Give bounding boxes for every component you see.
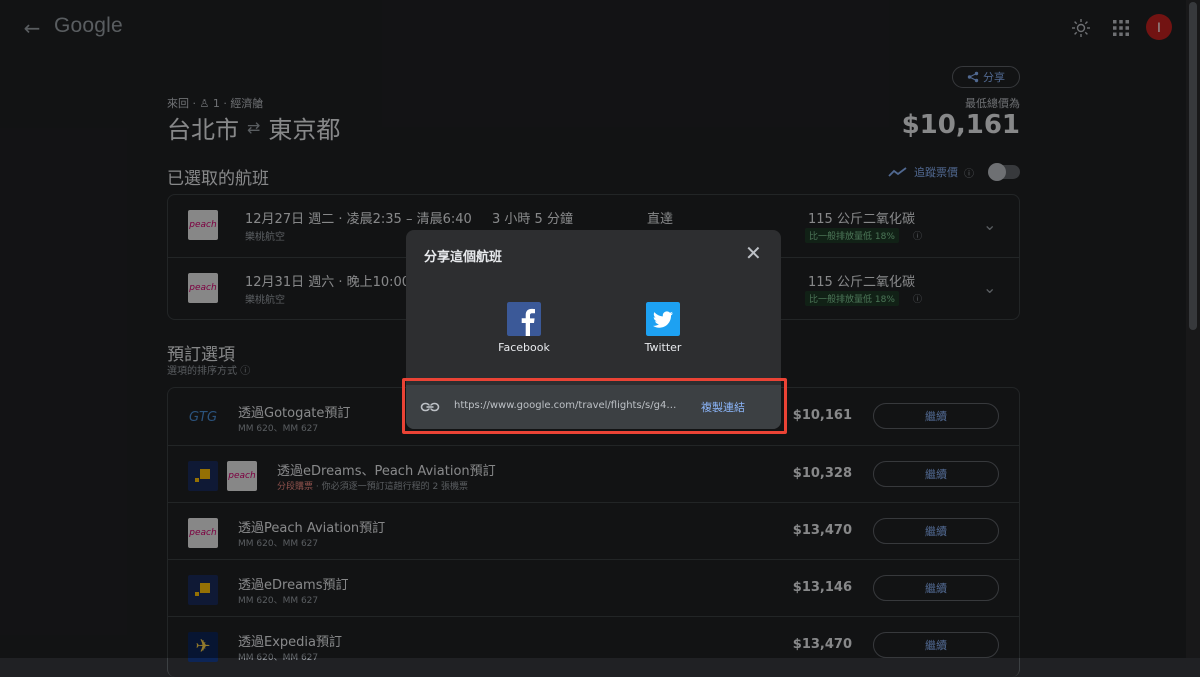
facebook-label: Facebook xyxy=(498,341,550,354)
twitter-share-button[interactable]: Twitter xyxy=(623,302,703,354)
facebook-share-button[interactable]: Facebook xyxy=(484,302,564,354)
twitter-icon xyxy=(646,302,680,336)
facebook-icon xyxy=(507,302,541,336)
highlight-box xyxy=(402,378,787,434)
dialog-title: 分享這個航班 xyxy=(424,250,503,265)
close-icon[interactable]: ✕ xyxy=(745,243,762,263)
twitter-label: Twitter xyxy=(644,341,682,354)
